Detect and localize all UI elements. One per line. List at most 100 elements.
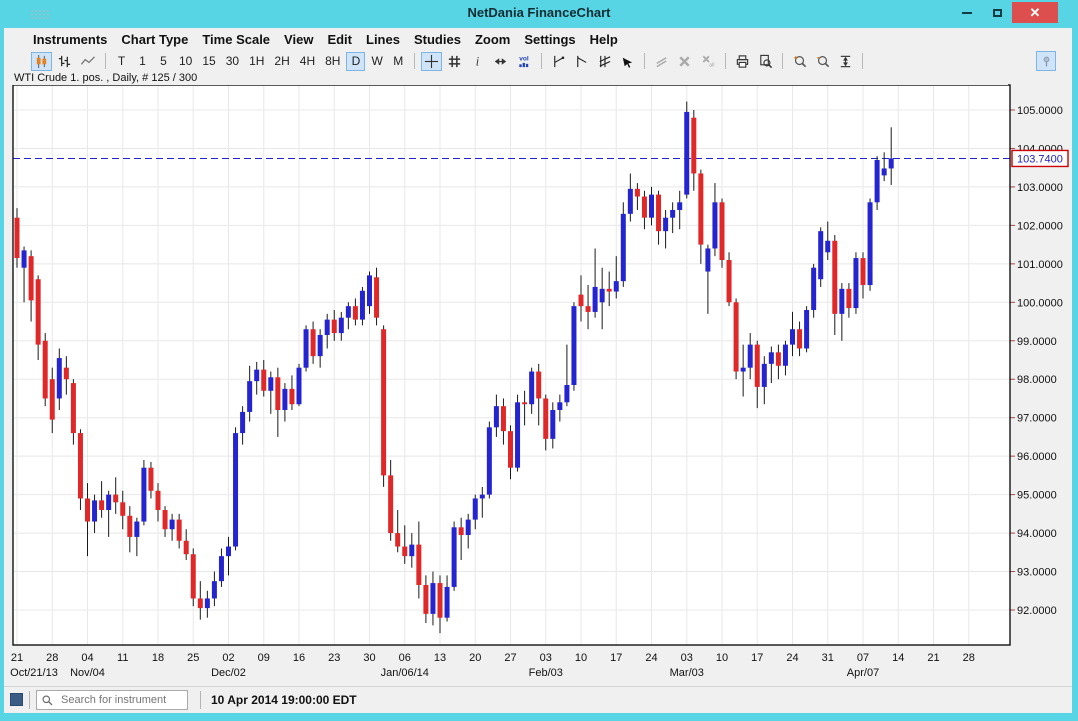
svg-text:24: 24	[645, 652, 657, 664]
time-scale-T[interactable]: T	[112, 52, 131, 71]
svg-text:20: 20	[469, 652, 481, 664]
svg-text:99.0000: 99.0000	[1017, 336, 1057, 348]
semi-trendline-icon[interactable]	[571, 52, 592, 71]
status-bar: 10 Apr 2014 19:00:00 EDT	[4, 686, 1072, 712]
print-icon[interactable]	[732, 52, 753, 71]
menu-settings[interactable]: Settings	[524, 32, 575, 47]
search-icon	[41, 694, 54, 707]
toolbar-separator	[644, 53, 645, 69]
svg-text:18: 18	[152, 652, 164, 664]
delete-drawing-icon[interactable]	[674, 52, 695, 71]
svg-text:21: 21	[11, 652, 23, 664]
svg-text:93.0000: 93.0000	[1017, 567, 1057, 579]
time-scale-2H[interactable]: 2H	[270, 52, 293, 71]
line-chart-icon[interactable]	[77, 52, 99, 71]
window-edge	[0, 713, 1078, 721]
close-icon: ✕	[1030, 5, 1041, 21]
menu-time-scale[interactable]: Time Scale	[202, 32, 270, 47]
svg-text:21: 21	[927, 652, 939, 664]
time-scale-30[interactable]: 30	[222, 52, 243, 71]
time-scale-1H[interactable]: 1H	[245, 52, 268, 71]
window-title: NetDania FinanceChart	[0, 5, 1078, 20]
toolbar-separator	[414, 53, 415, 69]
minimize-icon	[962, 12, 972, 14]
ohlc-bars-icon[interactable]	[54, 52, 75, 71]
time-scale-5[interactable]: 5	[154, 52, 173, 71]
svg-text:03: 03	[540, 652, 552, 664]
pin-button[interactable]	[1036, 51, 1056, 71]
time-scale-8H[interactable]: 8H	[321, 52, 344, 71]
menu-lines[interactable]: Lines	[366, 32, 400, 47]
window-grip-icon	[30, 9, 52, 20]
zoom-in-icon[interactable]	[789, 52, 810, 71]
trendline-icon[interactable]	[548, 52, 569, 71]
pin-icon	[1040, 55, 1053, 68]
menu-chart-type[interactable]: Chart Type	[121, 32, 188, 47]
candlestick-chart[interactable]: 105.0000104.0000103.0000102.0000101.0000…	[0, 0, 1078, 721]
svg-text:10: 10	[716, 652, 728, 664]
toolbar-separator	[862, 53, 863, 69]
volume-icon[interactable]: vol	[513, 52, 535, 71]
menu-view[interactable]: View	[284, 32, 313, 47]
window-edge	[1072, 28, 1078, 721]
app-window: 105.0000104.0000103.0000102.0000101.0000…	[0, 0, 1078, 721]
horizontal-scroll-icon[interactable]	[490, 52, 511, 71]
separator	[200, 691, 201, 709]
svg-text:25: 25	[187, 652, 199, 664]
separator	[29, 691, 30, 709]
time-scale-M[interactable]: M	[389, 52, 408, 71]
toolbar-separator	[782, 53, 783, 69]
toolbar-separator	[105, 53, 106, 69]
menu-instruments[interactable]: Instruments	[33, 32, 107, 47]
svg-text:04: 04	[81, 652, 93, 664]
menu-studies[interactable]: Studies	[414, 32, 461, 47]
pointer-arrow-icon[interactable]	[617, 52, 638, 71]
svg-text:27: 27	[504, 652, 516, 664]
print-preview-icon[interactable]	[755, 52, 776, 71]
info-icon[interactable]: i	[467, 52, 488, 71]
minimize-button[interactable]	[952, 2, 982, 23]
toolbar-separator	[725, 53, 726, 69]
parallel-lines-icon[interactable]	[651, 52, 672, 71]
maximize-button[interactable]	[982, 2, 1012, 23]
svg-text:101.0000: 101.0000	[1017, 259, 1063, 271]
svg-text:13: 13	[434, 652, 446, 664]
svg-text:Feb/03: Feb/03	[529, 667, 563, 679]
title-bar[interactable]: NetDania FinanceChart ✕	[0, 0, 1078, 28]
crosshair-icon[interactable]	[421, 52, 442, 71]
svg-text:06: 06	[399, 652, 411, 664]
chart-timestamp: 10 Apr 2014 19:00:00 EDT	[211, 693, 357, 707]
menu-zoom[interactable]: Zoom	[475, 32, 510, 47]
grid-icon[interactable]	[444, 52, 465, 71]
search-input[interactable]	[36, 690, 188, 710]
svg-text:i: i	[476, 54, 480, 68]
time-scale-15[interactable]: 15	[198, 52, 219, 71]
candlestick-chart-icon[interactable]	[31, 52, 52, 71]
delete-all-drawings-icon[interactable]: all	[697, 52, 719, 71]
svg-text:14: 14	[892, 652, 904, 664]
svg-text:98.0000: 98.0000	[1017, 374, 1057, 386]
svg-text:94.0000: 94.0000	[1017, 528, 1057, 540]
svg-text:17: 17	[610, 652, 622, 664]
maximize-icon	[993, 9, 1002, 17]
svg-text:16: 16	[293, 652, 305, 664]
time-scale-4H[interactable]: 4H	[296, 52, 319, 71]
time-scale-D[interactable]: D	[346, 52, 365, 71]
svg-text:all: all	[709, 62, 715, 68]
menu-edit[interactable]: Edit	[327, 32, 352, 47]
time-scale-1[interactable]: 1	[133, 52, 152, 71]
svg-text:28: 28	[963, 652, 975, 664]
time-scale-W[interactable]: W	[367, 52, 386, 71]
svg-text:Dec/02: Dec/02	[211, 667, 246, 679]
svg-text:31: 31	[822, 652, 834, 664]
menu-help[interactable]: Help	[590, 32, 618, 47]
svg-text:23: 23	[328, 652, 340, 664]
svg-text:92.0000: 92.0000	[1017, 605, 1057, 617]
time-scale-10[interactable]: 10	[175, 52, 196, 71]
app-icon[interactable]	[10, 693, 23, 706]
svg-text:28: 28	[46, 652, 58, 664]
channel-icon[interactable]	[594, 52, 615, 71]
zoom-out-icon[interactable]	[812, 52, 833, 71]
close-button[interactable]: ✕	[1012, 2, 1058, 23]
fit-vertical-icon[interactable]	[835, 52, 856, 71]
